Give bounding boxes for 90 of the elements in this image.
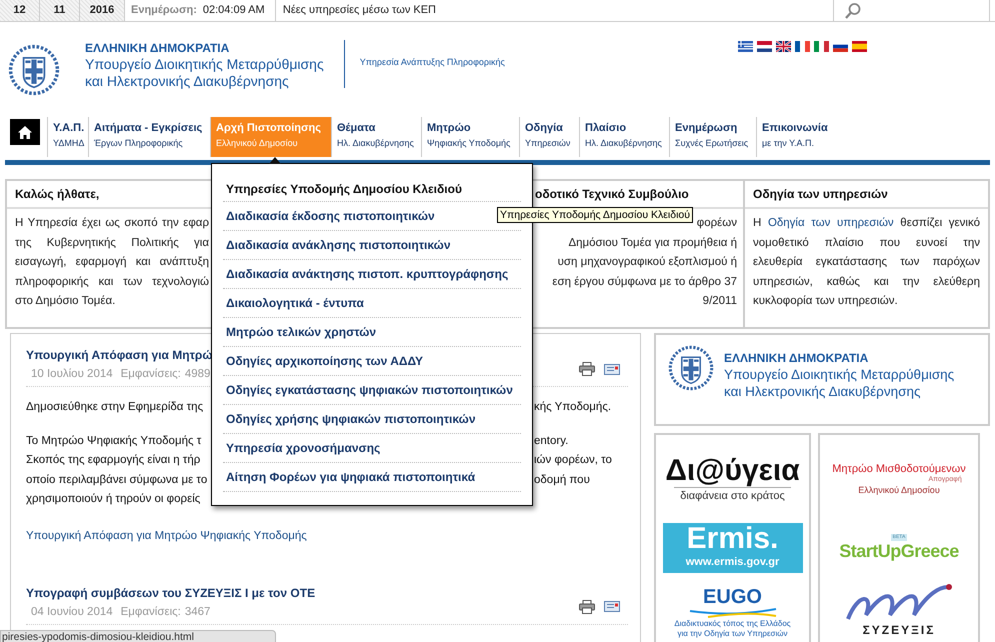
box-text: εση έργου σύμφωνα με το άρθρο 37 — [552, 274, 737, 290]
box-text: Δημόσιου Τομέα για προμήθεια ή — [568, 236, 737, 250]
banner-title: StartUpGreece — [839, 540, 959, 560]
article-date: 04 Ιουνίου 2014 — [31, 604, 113, 620]
nav-tab[interactable]: Επικοινωνία με την Υ.Α.Π. — [756, 117, 839, 157]
nav-tab[interactable]: Πλαίσιο Ηλ. Διακυβέρνησης — [579, 117, 669, 157]
menu-heading: Υπηρεσίες Υποδομής Δημοσίου Κλειδιού — [226, 180, 462, 198]
box-text: φορέων — [696, 216, 737, 231]
menu-item[interactable]: Μητρώο τελικών χρηστών — [223, 318, 521, 347]
banner-tagline: Διαδικτυακός τόπος της Ελλάδος για την Οδηγία των Υπηρεσιών — [674, 618, 791, 638]
nav-tab[interactable]: Οδηγία Υπηρεσιών — [519, 117, 579, 157]
box-title: Καλώς ήλθατε, — [15, 186, 100, 203]
service-name: Υπηρεσία Ανάπτυξης Πληροφορικής — [360, 56, 505, 69]
menu-item[interactable]: Οδηγίες αρχικοποίησης των ΑΔΔΥ — [223, 347, 521, 376]
country-name: ΕΛΛΗΝΙΚΗ ΔΗΜΟΚΡΑΤΙΑ — [85, 40, 230, 56]
swirl-icon — [844, 582, 954, 622]
flag-icon[interactable] — [795, 41, 810, 52]
guide-link[interactable]: Οδηγία των υπηρεσιών — [768, 217, 894, 229]
flag-icon[interactable] — [738, 41, 753, 52]
logo-banner[interactable]: ΕΛΛΗΝΙΚΗ ΔΗΜΟΚΡΑΤΙΑ Υπουργείο Διοικητικής Μεταρρύθμισης και Ηλεκτρονικής Διακυβέρνησης — [654, 333, 990, 426]
article-date: 10 Ιουλίου 2014 — [31, 366, 113, 382]
views-count: 4989 — [184, 366, 210, 382]
box-text: Η Οδηγία των υπηρεσιών θεσπίζει γενικό νομοθετικό πλαίσιο που ευνοεί την ελευθερία εγκατάστασης των παρόχων υπηρεσιών, καθώς και την ελεύθερη κυκλοφορία των υπηρεσιών. — [753, 216, 980, 309]
banner-title: EUGO — [703, 586, 762, 606]
menu-item[interactable]: Υπηρεσία χρονοσήμανσης — [223, 434, 521, 463]
body-text: Δημοσιεύθηκε στην Εφημερίδα της — [26, 400, 204, 415]
body-text: κής Υποδομής. — [534, 400, 612, 415]
banner[interactable]: EUGO Διαδικτυακός τόπος της Ελλάδος για την Οδηγία των Υπηρεσιών — [674, 586, 791, 638]
ministry-name: Υπουργείο Διοικητικής Μεταρρύθμισης — [724, 366, 954, 383]
banner-title: ΣΥΖΕΥΞΙΣ — [862, 622, 936, 636]
home-icon — [18, 126, 32, 138]
box-title: οδοτικό Τεχνικό Συμβούλιο — [535, 186, 689, 203]
date-cell: 11 — [40, 0, 80, 21]
body-text: ιών φορέων, το — [534, 453, 612, 468]
date-cell: 12 — [0, 0, 40, 21]
flag-icon[interactable] — [757, 41, 772, 52]
banner-title: Ermis. — [686, 524, 778, 554]
status-bar: piresies-ypodomis-dimosiou-kleidiou.html — [0, 630, 276, 642]
emblem-icon — [668, 345, 714, 391]
views-label: Εμφανίσεις: — [120, 604, 181, 620]
menu-item[interactable]: Διαδικασία ανάκτησης πιστοπ. κρυπτογράφησης — [223, 260, 521, 289]
home-button[interactable] — [10, 119, 40, 145]
body-text: οποίο περιλαμβάνει σύμφωνα με το — [26, 472, 208, 488]
printer-icon[interactable] — [579, 600, 595, 614]
box-title: Οδηγία των υπηρεσιών — [753, 186, 888, 203]
printer-icon[interactable] — [579, 362, 595, 376]
emblem-icon — [8, 44, 60, 96]
body-text: οδομή που — [534, 472, 590, 488]
menu-item[interactable]: Δικαιολογητικά - έντυπα — [223, 289, 521, 318]
views-count: 3467 — [184, 604, 210, 620]
banner-tagline: διαφάνεια στο κράτος — [674, 487, 791, 504]
banner[interactable]: Δι@ύγεια διαφάνεια στο κράτος — [665, 455, 800, 504]
ministry-name: και Ηλεκτρονικής Διακυβέρνησης — [85, 73, 290, 90]
banner[interactable]: ΣΥΖΕΥΞΙΣ — [844, 582, 954, 636]
menu-item[interactable]: Οδηγίες χρήσης ψηφιακών πιστοποιητικών — [223, 405, 521, 434]
box-text: 9/2011 — [702, 294, 737, 309]
body-text: entory. — [534, 434, 568, 448]
nav-tab[interactable]: Θέματα Ηλ. Διακυβέρνησης — [331, 117, 421, 157]
country-name: ΕΛΛΗΝΙΚΗ ΔΗΜΟΚΡΑΤΙΑ — [724, 351, 870, 366]
banner-title: Μητρώο Μισθοδοτούμενων — [832, 463, 966, 476]
envelope-icon[interactable] — [604, 364, 620, 374]
envelope-icon[interactable] — [604, 601, 620, 612]
box-text: υση μηχανογραφικού εξοπλισμού ή — [558, 255, 737, 270]
news-ticker: Νέες υπηρεσίες μέσω των ΚΕΠ — [282, 3, 436, 18]
flag-icon[interactable] — [776, 41, 791, 52]
body-text: χρησιμοποιούν ή τηρούν οι φορείς — [26, 492, 200, 507]
update-time: 02:04:09 AM — [202, 3, 266, 18]
menu-item[interactable]: Οδηγίες εγκατάστασης ψηφιακών πιστοποιητικών — [223, 376, 521, 405]
article-link[interactable]: Υπουργική Απόφαση για Μητρώο Ψηφιακής Υποδομής — [26, 528, 628, 545]
update-label: Ενημέρωση: — [131, 3, 197, 18]
nav-tab[interactable]: Ενημέρωση Συχνές Ερωτήσεις — [669, 117, 756, 157]
ministry-name: Υπουργείο Διοικητικής Μεταρρύθμισης — [85, 56, 324, 73]
body-text: Το Μητρώο Ψηφιακής Υποδομής τ — [26, 434, 202, 448]
menu-item[interactable]: Αίτηση Φορέων για ψηφιακά πιστοποιητικά — [223, 463, 521, 492]
body-text: Σκοπός της εφαρμογής είναι η τήρ — [26, 453, 200, 468]
search-field[interactable] — [832, 0, 990, 21]
search-icon — [844, 2, 862, 20]
banner-title: Δι@ύγεια — [665, 455, 800, 487]
article-title[interactable]: Υπογραφή συμβάσεων του ΣΥΖΕΥΞΙΣ Ι με τον ΟΤΕ — [26, 584, 628, 601]
wave-icon — [688, 606, 778, 618]
banner-tagline: Ελληνικού Δημοσίου — [858, 484, 940, 497]
tooltip: Υπηρεσίες Υποδομής Δημοσίου Κλειδιού — [497, 207, 694, 223]
date-cell: 2016 — [80, 0, 125, 21]
nav-tab[interactable]: Μητρώο Ψηφιακής Υποδομής — [421, 117, 519, 157]
banner-tagline: www.ermis.gov.gr — [686, 555, 780, 570]
nav-tab[interactable]: Υ.Α.Π. ΥΔΜΗΔ — [47, 117, 88, 157]
menu-item[interactable]: Διαδικασία ανάκλησης πιστοποιητικών — [223, 231, 521, 260]
box-text: Η Υπηρεσία έχει ως σκοπό την εφαρ της Κυβερνητικής Πολιτικής για εισαγωγή, εφαρμογή και ανάπτυξη πληροφορικής και των τεχνολογιώ στο Δημόσιο Τομέα. — [15, 216, 209, 309]
views-label: Εμφανίσεις: — [120, 366, 181, 382]
ministry-name: και Ηλεκτρονικής Διακυβέρνησης — [724, 383, 922, 400]
